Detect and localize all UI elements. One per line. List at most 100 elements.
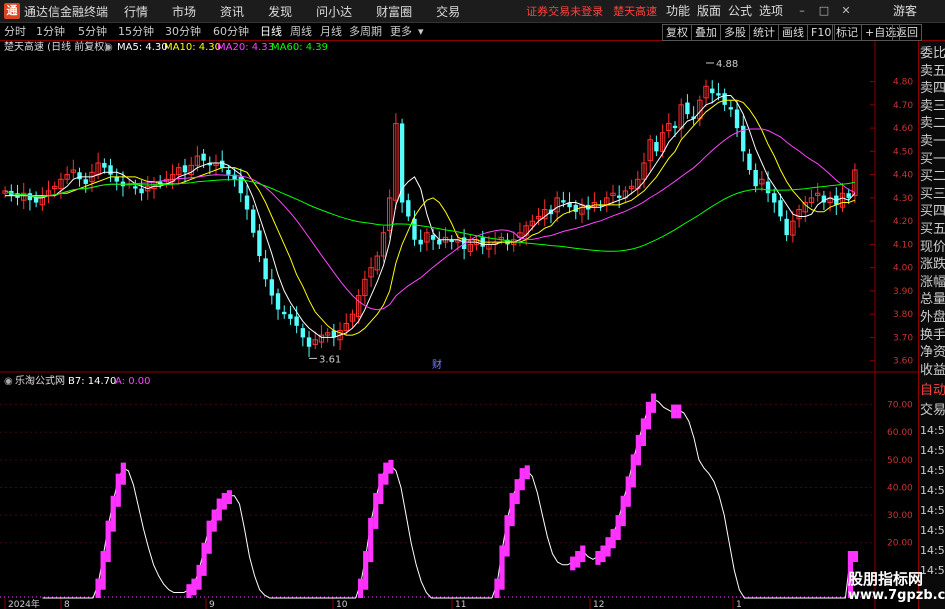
sub-ytick-label: 50.00 <box>887 456 913 466</box>
candle-body <box>374 255 380 271</box>
candle-body <box>579 204 585 215</box>
period-6[interactable]: 60分钟 <box>213 23 249 40</box>
login-warning[interactable]: 证券交易未登录 <box>526 3 603 19</box>
b7-signal-bar <box>226 490 232 505</box>
period-8[interactable]: 周线 <box>290 23 312 40</box>
sub-settings-icon[interactable]: ◉ <box>4 375 13 389</box>
candle-body <box>201 153 206 161</box>
ma60-line <box>4 179 856 252</box>
candle-body <box>318 334 325 343</box>
draw-line-button[interactable]: 画线 <box>778 24 808 41</box>
minimize-icon[interactable]: – <box>795 4 809 18</box>
candle-body <box>455 239 461 243</box>
period-5[interactable]: 30分钟 <box>165 23 201 40</box>
auto-trade-tab[interactable]: 自动 <box>920 382 945 400</box>
menu-item-ask[interactable]: 问小达 <box>316 3 352 20</box>
candle-body <box>734 109 740 129</box>
b7-signal-bar <box>671 404 677 419</box>
maximize-icon[interactable]: □ <box>817 4 831 18</box>
back-button[interactable]: 返回 <box>892 24 922 41</box>
settings-icon[interactable]: ◉ <box>104 41 113 55</box>
b7-signal-bar <box>605 537 611 557</box>
overlay-button[interactable]: 叠加 <box>691 24 721 41</box>
b7-signal-bar <box>186 584 192 598</box>
price-chart[interactable]: 4.80 4.70 4.60 4.50 4.40 4.30 4.20 4.10 4.00 3.90… <box>0 0 945 609</box>
candle-body <box>846 193 851 198</box>
guest-user[interactable]: 游客 <box>893 0 917 22</box>
quote-field-label: 买一 <box>920 151 945 167</box>
tick-time-label: 14:56 <box>920 464 945 477</box>
period-7[interactable]: 日线 <box>260 23 282 40</box>
menu-item-market[interactable]: 市场 <box>172 3 196 20</box>
candle-body <box>355 295 362 318</box>
period-3[interactable]: 5分钟 <box>78 23 107 40</box>
b7-signal-bar <box>610 528 616 549</box>
menu-item-discover[interactable]: 发现 <box>268 3 292 20</box>
ma10-line <box>5 99 856 336</box>
statistics-button[interactable]: 统计 <box>749 24 779 41</box>
sub-ytick-label: 20.00 <box>887 539 913 549</box>
candle-body <box>114 176 119 182</box>
b7-signal-bar <box>630 454 636 488</box>
menu-item-functions[interactable]: 功能 <box>666 0 690 22</box>
period-9[interactable]: 月线 <box>320 23 342 40</box>
menu-item-formula[interactable]: 公式 <box>728 0 752 22</box>
candle-body <box>641 162 647 180</box>
candle-body <box>808 197 815 204</box>
b7-signal-bar <box>358 578 364 598</box>
quote-panel: 委比 卖五 卖四 卖三 卖二 卖一 买一 买二 买三 买四 买五 现价 涨跌 涨幅 总量 外盘 换手 净资 收益 自动… <box>918 41 945 609</box>
period-toolbar: 分时 1分钟 5分钟 15分钟 30分钟 60分钟 日线 周线 月线 多周期 更… <box>0 23 945 41</box>
candle-body <box>517 232 523 238</box>
candle-body <box>654 142 659 152</box>
chevron-down-icon[interactable]: ▾ <box>418 23 424 40</box>
quote-field-label: 买三 <box>920 186 945 202</box>
period-4[interactable]: 15分钟 <box>118 23 154 40</box>
quote-field-label: 净资 <box>920 345 945 361</box>
menu-item-trade[interactable]: 交易 <box>436 3 460 20</box>
candle-body <box>759 178 765 185</box>
menu-item-layout[interactable]: 版面 <box>697 0 721 22</box>
menu-item-quotes[interactable]: 行情 <box>124 3 148 20</box>
b7-signal-bar <box>383 462 389 485</box>
candle-body <box>834 195 839 205</box>
b7-signal-bar <box>615 515 621 540</box>
candle-body <box>368 267 374 278</box>
tick-time-label: 14:56 <box>920 524 945 537</box>
ma20-label: MA20: 4.33 <box>217 42 275 53</box>
main-ytick-label: 4.70 <box>893 101 913 111</box>
candle-body <box>120 181 126 187</box>
b7-signal-bar <box>595 551 601 565</box>
candle-body <box>207 162 212 166</box>
b7-signal-bar <box>625 476 631 507</box>
multi-stock-button[interactable]: 多股 <box>720 24 750 41</box>
b7-signal-bar <box>519 468 525 491</box>
candle-body <box>852 169 858 197</box>
close-icon[interactable]: ✕ <box>839 4 853 18</box>
quote-field-label: 买二 <box>920 169 945 185</box>
period-11[interactable]: 更多 <box>390 23 412 40</box>
finance-marker: 财 <box>432 358 442 371</box>
menu-item-wealth[interactable]: 财富圈 <box>376 3 412 20</box>
period-1[interactable]: 分时 <box>4 23 26 40</box>
a-label: A: 0.00 <box>115 376 151 387</box>
candle-body <box>461 237 467 250</box>
mark-button[interactable]: 标记 <box>832 24 862 41</box>
main-ytick-label: 3.90 <box>893 287 913 297</box>
period-10[interactable]: 多周期 <box>349 23 382 40</box>
candle-body <box>772 193 777 203</box>
watermark-url: www.7gpzb.com <box>848 588 945 603</box>
candle-body <box>542 209 548 220</box>
candle-body <box>77 172 82 180</box>
menu-item-news[interactable]: 资讯 <box>220 3 244 20</box>
adjust-button[interactable]: 复权 <box>662 24 692 41</box>
period-2[interactable]: 1分钟 <box>36 23 65 40</box>
candle-body <box>567 202 572 208</box>
quote-field-label: 卖五 <box>920 63 945 79</box>
candle-body <box>163 178 170 183</box>
auto-trade-tab[interactable]: 交易 <box>920 402 945 420</box>
menu-item-options[interactable]: 选项 <box>759 0 783 22</box>
b7-signal-bar <box>388 459 394 474</box>
candle-body <box>33 197 39 203</box>
xtick-label: 8 <box>64 600 70 609</box>
candle-body <box>678 104 684 129</box>
